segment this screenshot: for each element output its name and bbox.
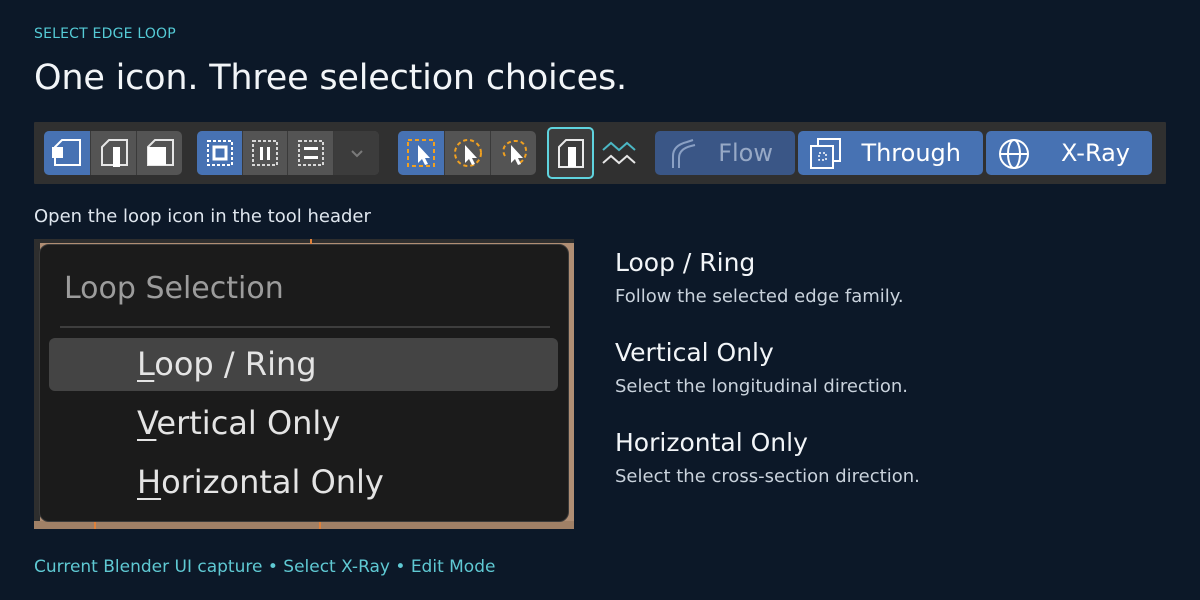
select-lasso-cursor-icon [502,140,527,165]
select-mode-group [44,131,182,175]
box-extend-button[interactable] [242,131,287,175]
popup-capture: Loop Selection Loop / Ring Vertical Only… [34,239,574,529]
box-set-icon [206,140,233,166]
menu-item-vertical-only[interactable]: Vertical Only [49,397,558,450]
edge-ring-icon[interactable] [600,136,638,170]
option-loop-ring: Loop / Ring Follow the selected edge fam… [615,248,904,307]
menu-item-label: ertical Only [156,404,341,442]
box-subtract-button[interactable] [287,131,333,175]
box-mode-group [197,131,379,175]
xray-label: X-Ray [1061,139,1130,167]
chevron-down-icon [350,150,363,158]
cursor-tool-group [398,131,536,175]
menu-item-mnemonic: H [137,463,162,501]
xray-toggle[interactable]: X-Ray [986,131,1152,175]
option-horizontal-only: Horizontal Only Select the cross-section… [615,428,920,487]
option-vertical-only: Vertical Only Select the longitudinal di… [615,338,908,397]
page-title: One icon. Three selection choices. [34,58,627,98]
vertex-select-icon [52,139,81,166]
option-description: Select the cross-section direction. [615,466,920,487]
capture-edge-bottom [34,521,574,529]
menu-item-mnemonic: V [137,404,157,442]
tool-header: Flow Through X-Ray [34,122,1166,184]
face-select-button[interactable] [136,131,182,175]
select-lasso-tool-button[interactable] [490,131,536,175]
box-set-button[interactable] [197,131,242,175]
flow-toggle[interactable]: Flow [655,131,795,175]
footer-caption: Current Blender UI capture • Select X-Ra… [34,557,496,577]
capture-edge-top [34,239,574,243]
edge-select-button[interactable] [90,131,136,175]
select-box-tool-button[interactable] [398,131,444,175]
face-select-icon [146,139,174,166]
select-circle-cursor-icon [453,139,482,167]
option-title: Loop / Ring [615,248,756,277]
menu-divider [60,326,550,328]
box-subtract-icon [297,140,324,166]
option-title: Vertical Only [615,338,774,367]
intro-caption: Open the loop icon in the tool header [34,206,371,227]
option-description: Select the longitudinal direction. [615,376,909,397]
menu-item-horizontal-only[interactable]: Horizontal Only [49,456,558,509]
loop-selection-menu: Loop Selection Loop / Ring Vertical Only… [39,244,569,522]
box-mode-dropdown[interactable] [333,131,379,175]
menu-item-label: oop / Ring [154,345,317,383]
menu-item-mnemonic: L [137,345,155,383]
through-label: Through [861,139,961,167]
box-extend-icon [252,140,278,166]
eyebrow-label: SELECT EDGE LOOP [34,26,176,42]
loop-selection-button[interactable] [547,127,594,179]
menu-item-label: orizontal Only [161,463,384,501]
menu-item-loop-ring[interactable]: Loop / Ring [49,338,558,391]
flow-label: Flow [718,139,773,167]
select-box-cursor-icon [407,139,435,167]
viewport-edge-mark [319,521,321,529]
option-description: Follow the selected edge family. [615,286,904,307]
edge-loop-icon [557,139,584,168]
vertex-select-button[interactable] [44,131,90,175]
option-title: Horizontal Only [615,428,808,457]
menu-title: Loop Selection [64,271,284,306]
viewport-edge-mark [94,521,96,529]
select-circle-tool-button[interactable] [444,131,490,175]
edge-select-icon [100,139,128,167]
through-toggle[interactable]: Through [798,131,983,175]
